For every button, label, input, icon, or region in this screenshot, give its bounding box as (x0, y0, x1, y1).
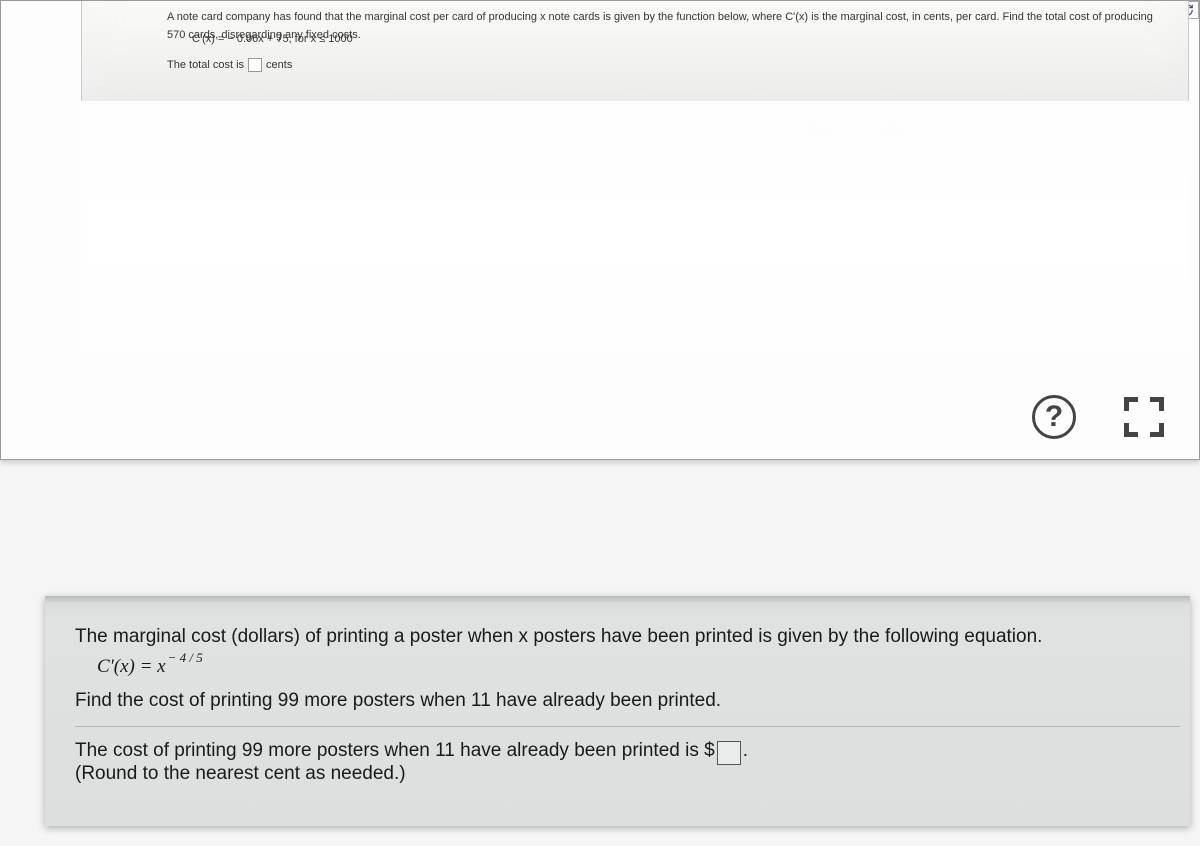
fullscreen-icon[interactable] (1124, 397, 1164, 437)
question2-formula-base: C'(x) = x (97, 656, 166, 677)
question2-answer-prefix: The cost of printing 99 more posters whe… (75, 740, 715, 762)
question2-formula: C'(x) = x− 4 / 5 (75, 652, 1180, 678)
action-icon-row: ? (1032, 395, 1164, 439)
help-icon[interactable]: ? (1032, 395, 1076, 439)
question2-answer-suffix: . (743, 740, 748, 762)
question2-answer-input[interactable] (717, 741, 741, 765)
question1-formula: C'(x) = − 0.06x + 75, for x ≤ 1000 (192, 33, 353, 45)
question1-answer-suffix: cents (266, 59, 292, 71)
help-glyph: ? (1045, 400, 1063, 434)
top-question-panel: Question Help ▼ A note card company has … (0, 0, 1200, 460)
bottom-question-panel: The marginal cost (dollars) of printing … (45, 596, 1190, 826)
question2-note: (Round to the nearest cent as needed.) (75, 763, 1180, 785)
question2-intro: The marginal cost (dollars) of printing … (75, 606, 1180, 652)
divider (75, 726, 1180, 727)
panel-shadow (45, 596, 1190, 604)
question2-content: The marginal cost (dollars) of printing … (75, 606, 1180, 816)
question2-task: Find the cost of printing 99 more poster… (75, 678, 1180, 712)
blank-region (81, 101, 1189, 381)
question2-answer-row: The cost of printing 99 more posters whe… (75, 739, 1180, 763)
question1-answer-row: The total cost is cents (167, 58, 292, 72)
question2-formula-exponent: − 4 / 5 (168, 650, 203, 665)
question1-answer-input[interactable] (248, 58, 262, 72)
question1-answer-prefix: The total cost is (167, 59, 244, 71)
glare-spot (799, 121, 909, 141)
question1-photo-region: A note card company has found that the m… (81, 1, 1189, 111)
